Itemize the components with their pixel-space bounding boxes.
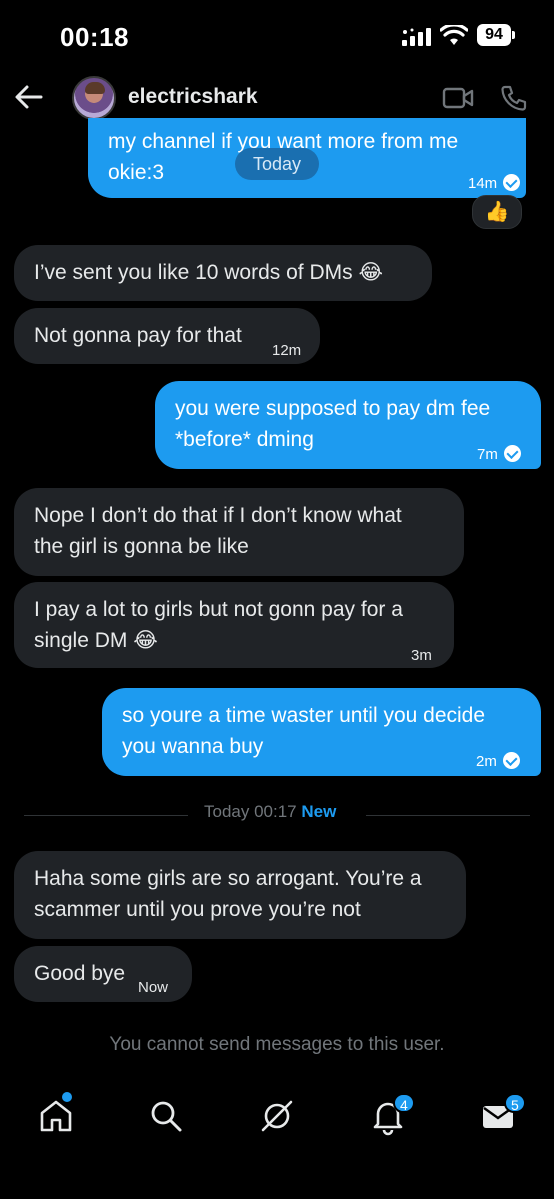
divider-line-left xyxy=(24,815,188,816)
home-icon[interactable] xyxy=(36,1096,76,1136)
read-check-icon xyxy=(503,174,521,191)
message-timestamp: 12m xyxy=(272,342,302,359)
messages-badge: 5 xyxy=(504,1093,526,1113)
divider-line-right xyxy=(366,815,530,816)
message-text: I’ve sent you like 10 words of DMs 😂 xyxy=(34,261,384,284)
timestamp-text: 14m xyxy=(468,175,498,192)
thumbs-up-reaction[interactable]: 👍 xyxy=(472,195,522,229)
message-bubble-outgoing[interactable]: so youre a time waster until you decide … xyxy=(102,688,541,776)
message-text: you wanna buy xyxy=(122,735,264,758)
timestamp-text: 2m xyxy=(476,753,497,770)
message-text: Nope I don’t do that if I don’t know wha… xyxy=(34,504,402,527)
message-bubble-incoming[interactable]: Nope I don’t do that if I don’t know wha… xyxy=(14,488,464,576)
message-text: single DM 😂 xyxy=(34,629,158,652)
new-messages-divider: Today 00:17 New xyxy=(204,802,336,822)
message-bubble-incoming[interactable]: I’ve sent you like 10 words of DMs 😂 xyxy=(14,245,432,301)
message-bubble-incoming[interactable]: Good bye Now xyxy=(14,946,192,1002)
message-text: you were supposed to pay dm fee xyxy=(175,397,491,420)
message-timestamp: 3m xyxy=(411,647,432,664)
message-bubble-incoming[interactable]: Not gonna pay for that 12m xyxy=(14,308,320,364)
cellular-signal-icon xyxy=(402,28,431,46)
message-text: I pay a lot to girls but not gonn pay fo… xyxy=(34,598,403,621)
date-pill: Today xyxy=(235,148,319,180)
status-bar: 00:18 94 xyxy=(0,0,554,70)
battery-indicator: 94 xyxy=(477,24,511,46)
message-timestamp: 7m xyxy=(477,439,521,470)
header-mask xyxy=(0,70,554,128)
message-timestamp: 2m xyxy=(476,746,520,777)
notifications-badge: 4 xyxy=(393,1093,415,1113)
message-text: so youre a time waster until you decide xyxy=(122,704,486,727)
read-check-icon xyxy=(502,752,520,769)
home-notification-dot xyxy=(62,1092,72,1102)
timestamp-text: 7m xyxy=(477,446,498,463)
new-label: New xyxy=(301,802,337,821)
message-text: Haha some girls are so arrogant. You’re … xyxy=(34,867,422,890)
cannot-send-notice: You cannot send messages to this user. xyxy=(109,1034,445,1055)
divider-date: Today 00:17 xyxy=(204,802,297,821)
message-text: *before* dming xyxy=(175,428,314,451)
message-text: the girl is gonna be like xyxy=(34,535,249,558)
message-bubble-incoming[interactable]: Haha some girls are so arrogant. You’re … xyxy=(14,851,466,939)
search-icon[interactable] xyxy=(146,1096,186,1136)
message-text: Not gonna pay for that xyxy=(34,324,242,347)
message-bubble-outgoing[interactable]: you were supposed to pay dm fee *before*… xyxy=(155,381,541,469)
status-time: 00:18 xyxy=(60,22,129,52)
read-check-icon xyxy=(503,445,521,462)
grok-icon[interactable] xyxy=(257,1096,297,1136)
bottom-tab-bar xyxy=(0,1086,554,1156)
message-text: scammer until you prove you’re not xyxy=(34,898,361,921)
message-bubble-incoming[interactable]: I pay a lot to girls but not gonn pay fo… xyxy=(14,582,454,668)
wifi-icon xyxy=(440,25,468,45)
message-timestamp: Now xyxy=(138,979,169,996)
battery-nub xyxy=(512,31,515,39)
